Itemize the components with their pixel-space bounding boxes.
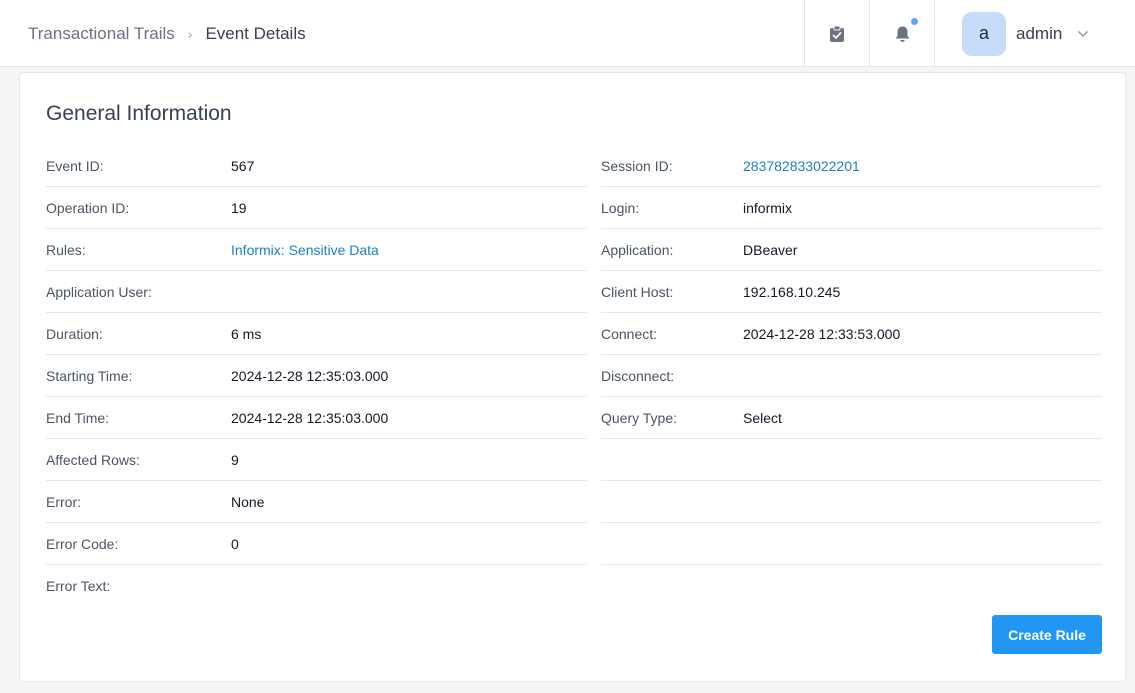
field-label: Query Type: [601,409,678,426]
card-title: General Information [46,102,232,125]
field-value: None [231,493,265,510]
field-login: Login: informix [601,187,1102,229]
bell-icon [895,26,909,42]
create-rule-button[interactable]: Create Rule [992,615,1102,654]
field-value: 567 [231,157,255,174]
breadcrumb-current: Event Details [205,23,306,43]
field-value: 2024-12-28 12:35:03.000 [231,367,389,384]
field-label: Application: [601,241,674,258]
field-affected-rows: Affected Rows: 9 [46,439,587,481]
field-value: Select [743,409,782,426]
empty-row [601,523,1102,565]
field-error-text: Error Text: [46,565,587,607]
tasks-button[interactable] [804,0,869,67]
field-starting-time: Starting Time: 2024-12-28 12:35:03.000 [46,355,587,397]
user-menu[interactable]: a admin [934,0,1135,67]
field-duration: Duration: 6 ms [46,313,587,355]
username: admin [1016,23,1063,43]
notifications-button[interactable] [869,0,934,67]
field-label: Error Code: [46,535,119,552]
field-connect: Connect: 2024-12-28 12:33:53.000 [601,313,1102,355]
field-label: Client Host: [601,283,674,300]
field-value: 192.168.10.245 [743,283,841,300]
field-value: 6 ms [231,325,262,342]
field-label: Error Text: [46,578,111,594]
breadcrumb: Transactional Trails › Event Details [28,0,306,67]
empty-row [601,439,1102,481]
field-value: 9 [231,451,239,468]
session-id-link[interactable]: 283782833022201 [743,158,860,174]
field-label: Starting Time: [46,367,133,384]
field-label: Event ID: [46,157,104,174]
field-label: End Time: [46,409,110,426]
field-value: 0 [231,535,239,552]
field-value: 2024-12-28 12:35:03.000 [231,409,389,426]
field-event-id: Event ID: 567 [46,145,587,187]
notification-dot [911,18,918,25]
top-bar: Transactional Trails › Event Details a a… [0,0,1135,67]
field-disconnect: Disconnect: [601,355,1102,397]
field-value: informix [743,199,793,216]
field-end-time: End Time: 2024-12-28 12:35:03.000 [46,397,587,439]
field-label: Rules: [46,241,86,258]
field-label: Connect: [601,325,658,342]
rule-link[interactable]: Informix: Sensitive Data [231,242,379,258]
field-client-host: Client Host: 192.168.10.245 [601,271,1102,313]
field-label: Error: [46,493,81,510]
field-label: Application User: [46,283,152,300]
breadcrumb-root-link[interactable]: Transactional Trails [28,24,175,44]
field-query-type: Query Type: Select [601,397,1102,439]
field-session-id: Session ID: 283782833022201 [601,145,1102,187]
field-value: DBeaver [743,241,798,258]
breadcrumb-separator: › [187,25,193,42]
empty-row [601,481,1102,523]
field-error: Error: None [46,481,587,523]
field-error-code: Error Code: 0 [46,523,587,565]
field-label: Affected Rows: [46,451,140,468]
field-label: Session ID: [601,157,673,174]
field-label: Operation ID: [46,199,130,216]
field-application: Application: DBeaver [601,229,1102,271]
field-operation-id: Operation ID: 19 [46,187,587,229]
field-label: Duration: [46,325,103,342]
field-rules: Rules: Informix: Sensitive Data [46,229,587,271]
general-information-card: General Information Event ID: 567 Operat… [19,72,1126,682]
field-application-user: Application User: [46,271,587,313]
clipboard-check-icon [830,25,844,42]
avatar: a [962,11,1006,56]
field-label: Login: [601,199,640,216]
field-label: Disconnect: [601,367,675,384]
field-value: 2024-12-28 12:33:53.000 [743,325,901,342]
chevron-down-icon [1078,30,1089,37]
field-value: 19 [231,199,247,216]
